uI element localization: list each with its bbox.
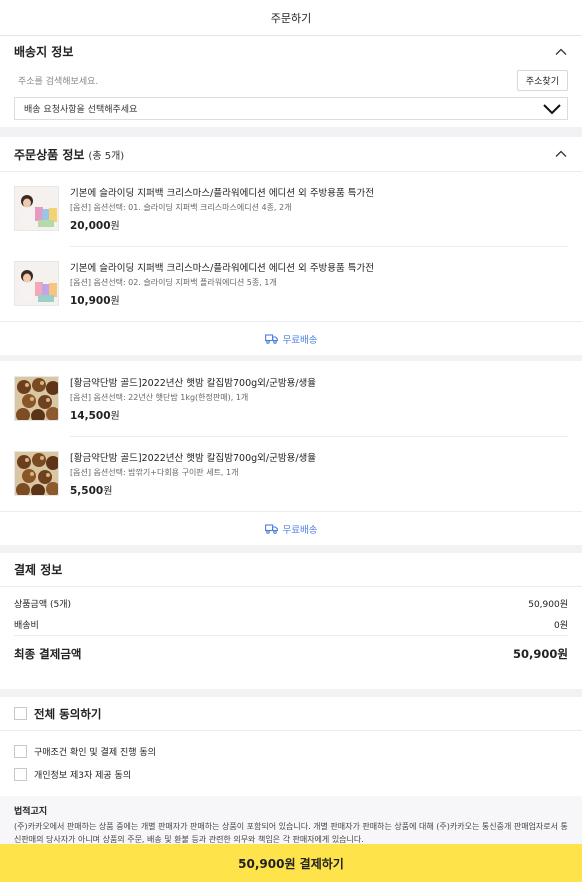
product-price: 20,000원 [70, 220, 120, 232]
free-shipping-label: 무료배송 [0, 511, 582, 545]
agree-purchase-checkbox[interactable] [14, 745, 27, 758]
product-price: 5,500원 [70, 485, 113, 497]
product-option: [옵션] 옵션선택: 밤깎기+다회용 구이판 세트, 1개 [70, 468, 239, 477]
payment-title: 결제 정보 [14, 563, 63, 577]
shipping-fee-row: 배송비 0원 [0, 614, 582, 635]
product-thumbnail-chestnut[interactable] [14, 451, 59, 496]
product-price: 14,500원 [70, 410, 120, 422]
agree-privacy-checkbox[interactable] [14, 768, 27, 781]
address-placeholder[interactable]: 주소를 검색해보세요. [18, 74, 98, 87]
product-name: [황금약단밤 골드]2022년산 햇밤 칼집밤700g외/군밤용/생율 [70, 453, 317, 464]
product-amount-value: 50,900원 [528, 600, 568, 610]
order-header[interactable]: 주문상품 정보 (총 5개) [0, 137, 582, 171]
shipping-header[interactable]: 배송지 정보 [0, 36, 582, 67]
delivery-request-select[interactable]: 배송 요청사항을 선택해주세요 [14, 97, 568, 120]
agree-privacy-label[interactable]: 개인정보 제3자 제공 동의 [34, 768, 131, 781]
legal-body: (주)카카오에서 판매하는 상품 중에는 개별 판매자가 판매하는 상품이 포함… [14, 822, 568, 844]
agreement-section: 전체 동의하기 구매조건 확인 및 결제 진행 동의 개인정보 제3자 제공 동… [0, 697, 582, 796]
product-amount-label: 상품금액 (5개) [14, 600, 72, 610]
order-section: 주문상품 정보 (총 5개) 기본에 슬라이딩 지퍼백 크리스마스/플라워에디션 … [0, 137, 582, 355]
product-thumbnail-chestnut[interactable] [14, 376, 59, 421]
truck-icon [264, 333, 278, 344]
page-title: 주문하기 [270, 11, 312, 25]
order-item[interactable]: 기본에 슬라이딩 지퍼백 크리스마스/플라워에디션 에디션 외 주방용품 특가전… [0, 247, 582, 307]
order-section-group-2: [황금약단밤 골드]2022년산 햇밤 칼집밤700g외/군밤용/생율 [옵션]… [0, 361, 582, 545]
total-amount-value: 50,900원 [513, 646, 568, 661]
product-option: [옵션] 옵션선택: 22년산 햇단밤 1kg(한정판매), 1개 [70, 393, 249, 402]
free-shipping-label: 무료배송 [0, 321, 582, 355]
product-option: [옵션] 옵션선택: 02. 슬라이딩 지퍼백 플라워에디션 5종, 1개 [70, 278, 277, 287]
shipping-section: 배송지 정보 주소를 검색해보세요. 주소찾기 배송 요청사항을 선택해주세요 [0, 36, 582, 127]
shipping-fee-value: 0원 [553, 621, 568, 631]
agree-all-checkbox[interactable] [14, 707, 27, 720]
payment-header: 결제 정보 [0, 553, 582, 587]
truck-icon [264, 523, 278, 534]
product-name: 기본에 슬라이딩 지퍼백 크리스마스/플라워에디션 에디션 외 주방용품 특가전 [70, 188, 375, 199]
order-item[interactable]: [황금약단밤 골드]2022년산 햇밤 칼집밤700g외/군밤용/생율 [옵션]… [0, 361, 582, 422]
legal-title: 법적고지 [14, 807, 48, 817]
payment-section: 결제 정보 상품금액 (5개) 50,900원 배송비 0원 최종 결제금액 5… [0, 553, 582, 689]
chevron-up-icon[interactable] [554, 45, 568, 59]
order-page: 주문하기 배송지 정보 주소를 검색해보세요. 주소찾기 배송 요청사항을 선택… [0, 0, 582, 882]
product-price: 10,900원 [70, 295, 120, 307]
shipping-fee-label: 배송비 [14, 621, 39, 631]
find-address-button[interactable]: 주소찾기 [516, 69, 568, 91]
total-amount-label: 최종 결제금액 [14, 646, 82, 661]
product-amount-row: 상품금액 (5개) 50,900원 [0, 593, 582, 614]
product-name: [황금약단밤 골드]2022년산 햇밤 칼집밤700g외/군밤용/생율 [70, 378, 317, 389]
chevron-up-icon[interactable] [554, 147, 568, 161]
address-row: 주소를 검색해보세요. 주소찾기 [0, 67, 582, 93]
product-option: [옵션] 옵션선택: 01. 슬라이딩 지퍼백 크리스마스에디션 4종, 2개 [70, 203, 292, 212]
order-item[interactable]: [황금약단밤 골드]2022년산 햇밤 칼집밤700g외/군밤용/생율 [옵션]… [0, 437, 582, 497]
agree-purchase-row[interactable]: 구매조건 확인 및 결제 진행 동의 [0, 740, 582, 763]
delivery-request-label: 배송 요청사항을 선택해주세요 [24, 105, 138, 115]
product-thumbnail-ziplock[interactable] [14, 186, 59, 231]
order-title: 주문상품 정보 [14, 147, 85, 162]
product-thumbnail-ziplock[interactable] [14, 261, 59, 306]
pay-button[interactable]: 50,900원 결제하기 [0, 844, 582, 882]
total-amount-row: 최종 결제금액 50,900원 [14, 635, 568, 671]
agree-all-label[interactable]: 전체 동의하기 [34, 706, 101, 722]
product-name: 기본에 슬라이딩 지퍼백 크리스마스/플라워에디션 에디션 외 주방용품 특가전 [70, 263, 375, 274]
agree-privacy-row[interactable]: 개인정보 제3자 제공 동의 [0, 763, 582, 786]
page-header: 주문하기 [0, 0, 582, 36]
agree-purchase-label[interactable]: 구매조건 확인 및 결제 진행 동의 [34, 745, 156, 758]
shipping-title: 배송지 정보 [14, 45, 74, 59]
order-item[interactable]: 기본에 슬라이딩 지퍼백 크리스마스/플라워에디션 에디션 외 주방용품 특가전… [0, 172, 582, 232]
order-count: (총 5개) [88, 150, 125, 162]
chevron-down-icon [543, 103, 561, 114]
agree-all-row[interactable]: 전체 동의하기 [0, 697, 582, 731]
